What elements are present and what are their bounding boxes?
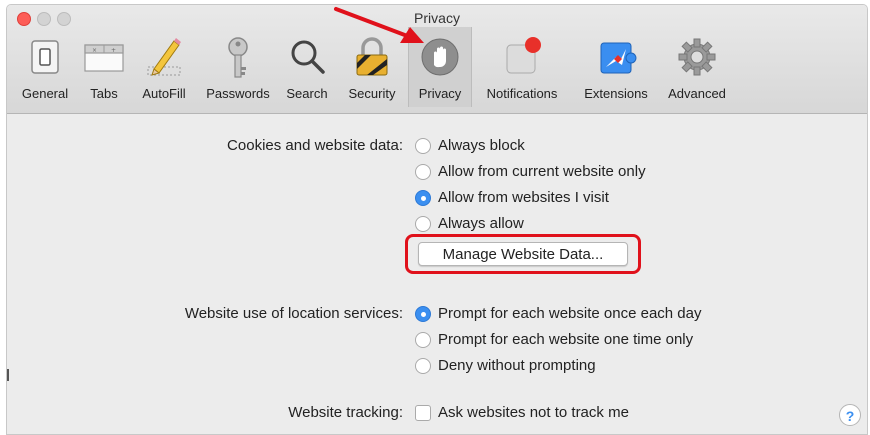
tab-label: Search <box>286 86 328 101</box>
tab-label: AutoFill <box>142 86 186 101</box>
cookies-label: Cookies and website data: <box>227 137 403 154</box>
location-label: Website use of location services: <box>184 305 403 322</box>
svg-text:+: + <box>111 47 116 54</box>
pencil-icon <box>147 38 181 76</box>
privacy-pane: Cookies and website data: Always block A… <box>7 114 867 434</box>
tabs-icon: × + <box>84 44 124 72</box>
notification-badge-icon <box>506 37 541 74</box>
tab-extensions[interactable]: Extensions <box>573 27 659 107</box>
tracking-label: Website tracking: <box>288 404 403 421</box>
tab-passwords[interactable]: Passwords <box>199 27 277 107</box>
option-label: Allow from websites I visit <box>438 189 609 206</box>
tab-autofill[interactable]: AutoFill <box>131 27 197 107</box>
radio-button-selected[interactable] <box>415 190 431 206</box>
radio-button[interactable] <box>415 138 431 154</box>
help-button[interactable]: ? <box>839 404 861 426</box>
annotation-arrow-icon <box>334 7 424 43</box>
general-switch-icon <box>31 40 59 74</box>
highlight-box: Manage Website Data... <box>405 234 641 274</box>
tab-general[interactable]: General <box>13 27 77 107</box>
option-label: Deny without prompting <box>438 357 596 374</box>
tab-label: Extensions <box>584 86 648 101</box>
gear-icon <box>678 38 716 76</box>
radio-button[interactable] <box>415 358 431 374</box>
option-label: Always allow <box>438 215 524 232</box>
tab-notifications[interactable]: Notifications <box>472 27 572 107</box>
safari-preferences-window: Privacy General × + Tabs AutoFill Passwo… <box>6 4 868 435</box>
puzzle-icon <box>600 42 637 74</box>
tab-label: Advanced <box>668 86 726 101</box>
tab-label: Tabs <box>90 86 118 101</box>
tab-label: Notifications <box>486 86 558 101</box>
radio-button-selected[interactable] <box>415 306 431 322</box>
option-label: Prompt for each website once each day <box>438 305 702 322</box>
tab-label: General <box>21 86 69 101</box>
radio-button[interactable] <box>415 164 431 180</box>
tab-search[interactable]: Search <box>279 27 335 107</box>
window-edge-marker <box>7 369 9 381</box>
tab-tabs[interactable]: × + Tabs <box>81 27 127 107</box>
tab-label: Passwords <box>206 86 270 101</box>
svg-text:×: × <box>92 47 97 54</box>
toolbar: Privacy General × + Tabs AutoFill Passwo… <box>7 5 867 114</box>
magnifier-icon <box>291 40 325 74</box>
tab-label: Security <box>348 86 396 101</box>
do-not-track-checkbox[interactable] <box>415 405 431 421</box>
tab-advanced[interactable]: Advanced <box>661 27 733 107</box>
window-title: Privacy <box>414 10 460 26</box>
option-label: Prompt for each website one time only <box>438 331 694 348</box>
manage-website-data-button[interactable]: Manage Website Data... <box>418 242 628 266</box>
radio-button[interactable] <box>415 332 431 348</box>
option-label: Always block <box>438 137 525 154</box>
key-icon <box>228 37 248 78</box>
option-label: Allow from current website only <box>438 163 646 180</box>
option-label: Ask websites not to track me <box>438 404 629 421</box>
radio-button[interactable] <box>415 216 431 232</box>
tab-label: Privacy <box>418 86 462 101</box>
